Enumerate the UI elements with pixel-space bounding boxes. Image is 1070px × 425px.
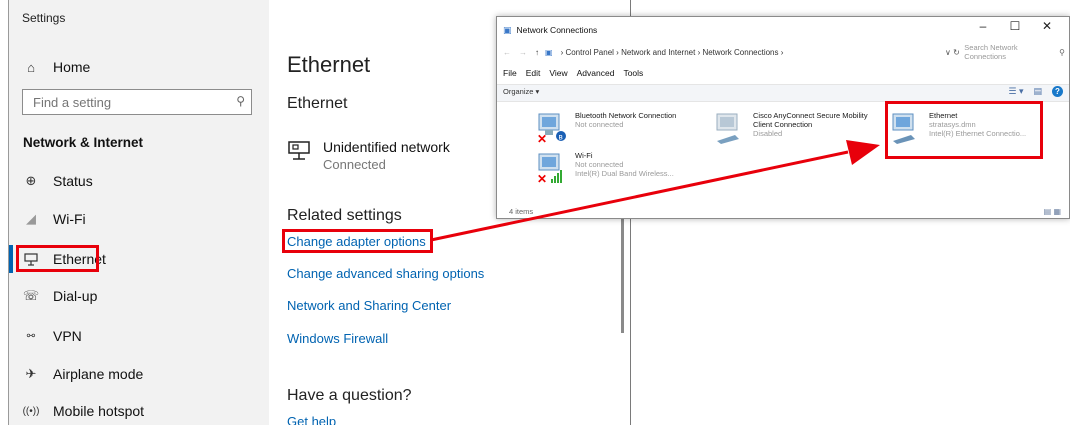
annotation-arrow xyxy=(430,140,880,242)
